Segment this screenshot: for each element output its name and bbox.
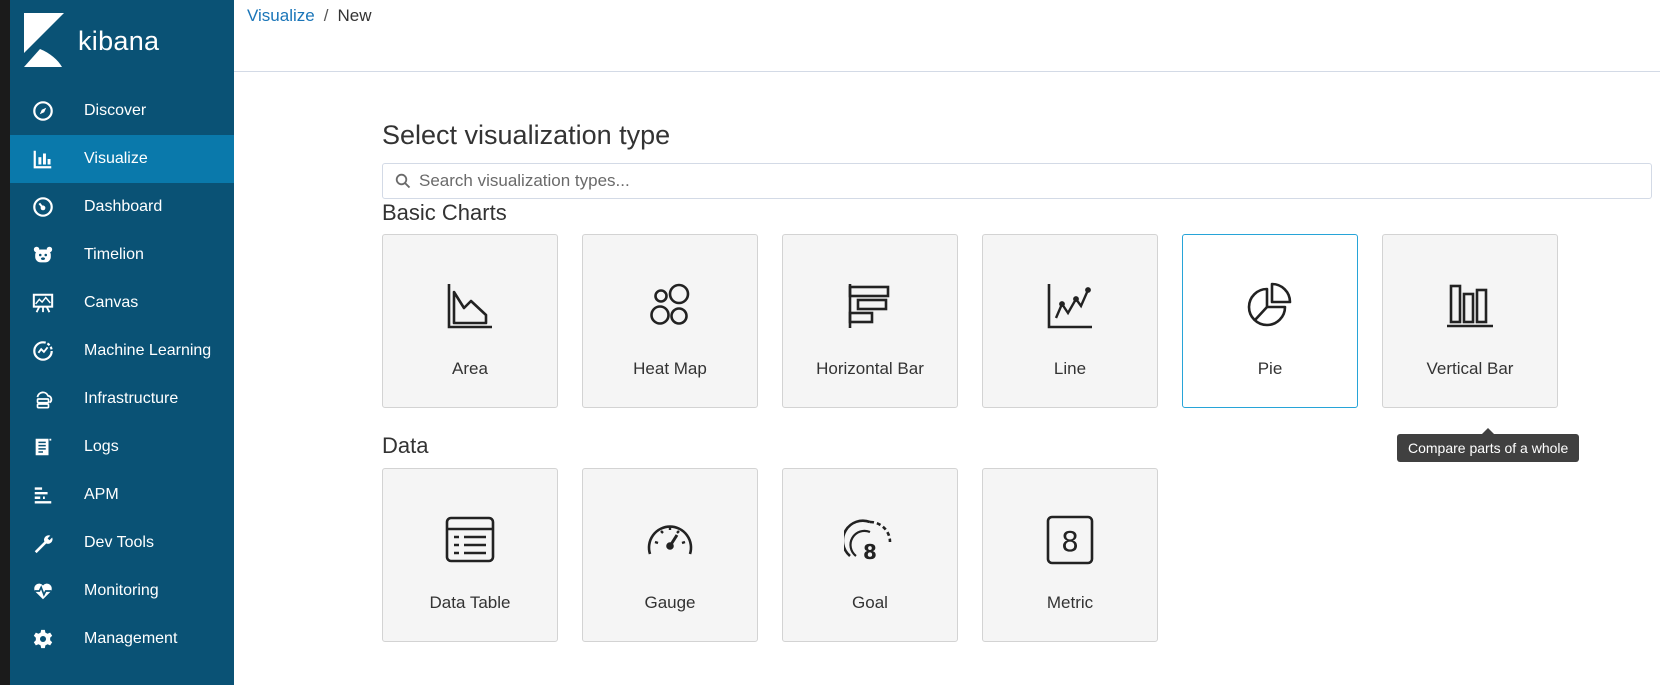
brand[interactable]: kibana — [24, 13, 159, 67]
timelion-bear-icon — [31, 243, 55, 267]
viz-card-label: Line — [1053, 359, 1087, 378]
sidebar-item-machine-learning[interactable]: Machine Learning — [10, 327, 234, 375]
search-icon — [395, 173, 411, 189]
main-content: Select visualization type Basic Charts A… — [234, 72, 1660, 685]
area-chart-icon — [447, 284, 492, 329]
viz-card-horizontal-bar[interactable]: Horizontal Bar — [782, 234, 958, 408]
sidebar-item-timelion[interactable]: Timelion — [10, 231, 234, 279]
viz-card-goal[interactable]: 8 Goal — [782, 468, 958, 642]
canvas-easel-icon — [31, 291, 55, 315]
machine-learning-icon — [31, 339, 55, 363]
basic-charts-grid: Area Heat Map Horizontal Bar Line Pie Ve… — [382, 234, 1558, 408]
tooltip-text: Compare parts of a whole — [1408, 440, 1569, 456]
breadcrumb-separator: / — [323, 6, 329, 25]
sidebar-item-dev-tools[interactable]: Dev Tools — [10, 519, 234, 567]
viz-card-label: Metric — [1046, 593, 1094, 612]
viz-card-label: Goal — [852, 593, 888, 612]
logs-icon — [31, 435, 55, 459]
sidebar-item-monitoring[interactable]: Monitoring — [10, 567, 234, 615]
compass-icon — [31, 99, 55, 123]
brand-name: kibana — [78, 25, 160, 56]
data-grid: Data Table Gauge 8 Goal 8 Metric — [382, 468, 1158, 642]
svg-text:8: 8 — [1061, 525, 1079, 558]
sidebar-item-label: Dev Tools — [84, 534, 154, 551]
data-table-icon — [445, 516, 495, 563]
sidebar-item-label: Infrastructure — [84, 390, 179, 407]
metric-icon: 8 — [1046, 515, 1094, 565]
gear-icon — [31, 627, 55, 651]
sidebar-item-management[interactable]: Management — [10, 615, 234, 663]
wrench-icon — [31, 531, 55, 555]
sidebar-item-label: Visualize — [84, 150, 148, 167]
page-title: Select visualization type — [382, 120, 671, 150]
apm-icon — [31, 483, 55, 507]
horizontal-bar-icon — [848, 284, 890, 328]
sidebar-item-logs[interactable]: Logs — [10, 423, 234, 471]
heat-map-icon — [650, 283, 690, 325]
bar-chart-icon — [31, 147, 55, 171]
sidebar-item-label: APM — [84, 486, 119, 503]
sidebar-item-apm[interactable]: APM — [10, 471, 234, 519]
infrastructure-icon — [31, 387, 55, 411]
search-input[interactable] — [419, 164, 1651, 198]
tooltip-arrow — [1482, 428, 1495, 434]
svg-text:8: 8 — [863, 540, 877, 564]
viz-card-label: Pie — [1257, 359, 1283, 378]
sidebar-item-discover[interactable]: Discover — [10, 87, 234, 135]
window-edge — [0, 0, 10, 685]
viz-card-line[interactable]: Line — [982, 234, 1158, 408]
viz-card-label: Area — [452, 359, 488, 378]
breadcrumb-current: New — [337, 6, 372, 25]
line-chart-icon — [1047, 284, 1092, 329]
sidebar-item-label: Management — [84, 630, 178, 647]
pie-tooltip: Compare parts of a whole — [1397, 428, 1580, 462]
sidebar-item-label: Dashboard — [84, 198, 163, 215]
vertical-bar-icon — [1447, 284, 1493, 328]
sidebar-item-label: Discover — [84, 102, 147, 119]
viz-card-area[interactable]: Area — [382, 234, 558, 408]
pie-chart-icon — [1247, 282, 1292, 327]
sidebar-item-infrastructure[interactable]: Infrastructure — [10, 375, 234, 423]
section-heading-basic-charts: Basic Charts — [382, 200, 507, 225]
sidebar-item-label: Canvas — [84, 294, 139, 311]
sidebar: kibana Discover Visualize Dashboard Time… — [10, 0, 234, 685]
viz-card-label: Horizontal Bar — [816, 359, 924, 378]
viz-card-heat-map[interactable]: Heat Map — [582, 234, 758, 408]
sidebar-item-label: Monitoring — [84, 582, 159, 599]
sidebar-item-label: Logs — [84, 438, 119, 455]
viz-card-metric[interactable]: 8 Metric — [982, 468, 1158, 642]
sidebar-item-label: Timelion — [84, 246, 144, 263]
viz-card-label: Heat Map — [633, 359, 707, 378]
section-heading-data: Data — [382, 433, 429, 458]
viz-card-label: Vertical Bar — [1426, 359, 1514, 378]
dashboard-icon — [31, 195, 55, 219]
sidebar-item-visualize[interactable]: Visualize — [10, 135, 234, 183]
top-bar: Visualize / New — [234, 0, 1660, 72]
kibana-logo-icon — [24, 13, 64, 67]
viz-card-pie[interactable]: Pie — [1182, 234, 1358, 408]
breadcrumb: Visualize / New — [247, 6, 371, 26]
sidebar-item-canvas[interactable]: Canvas — [10, 279, 234, 327]
viz-card-vertical-bar[interactable]: Vertical Bar — [1382, 234, 1558, 408]
heartbeat-icon — [31, 579, 55, 603]
sidebar-item-label: Machine Learning — [84, 342, 212, 359]
viz-card-gauge[interactable]: Gauge — [582, 468, 758, 642]
search-box[interactable] — [382, 163, 1652, 199]
breadcrumb-visualize-link[interactable]: Visualize — [247, 6, 315, 26]
sidebar-item-dashboard[interactable]: Dashboard — [10, 183, 234, 231]
goal-icon: 8 — [844, 519, 892, 564]
viz-card-label: Data Table — [429, 593, 511, 612]
viz-card-label: Gauge — [644, 593, 696, 612]
kibana-app: kibana Discover Visualize Dashboard Time… — [0, 0, 1660, 685]
viz-card-data-table[interactable]: Data Table — [382, 468, 558, 642]
sidebar-nav: Discover Visualize Dashboard Timelion Ca… — [10, 87, 234, 663]
gauge-icon — [647, 525, 693, 555]
